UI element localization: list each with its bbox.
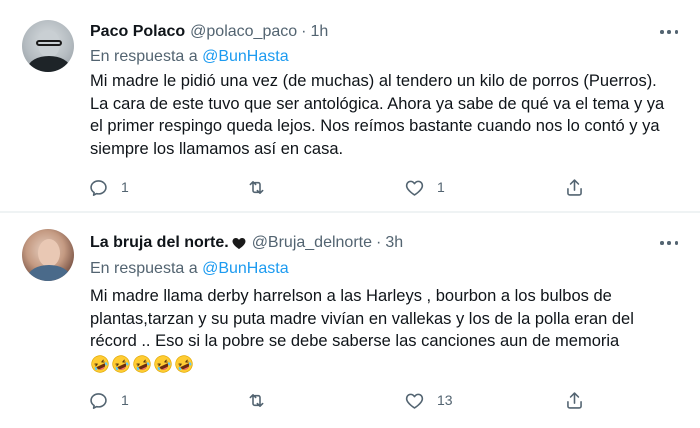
reply-count: 1 xyxy=(121,179,129,195)
more-options-icon[interactable] xyxy=(658,233,680,253)
tweet-text-block: Mi madre llama derby harrelson a las Har… xyxy=(90,285,670,374)
reply-button[interactable]: 1 xyxy=(88,176,129,198)
display-name[interactable]: Paco Polaco xyxy=(90,23,185,41)
tweet-text: Mi madre le pidió una vez (de muchas) al… xyxy=(90,72,665,158)
user-handle[interactable]: @Bruja_delnorte xyxy=(252,234,372,252)
rolling-on-floor-laughing-icon xyxy=(175,354,193,373)
mention-link[interactable]: @BunHasta xyxy=(202,260,289,277)
retweet-button[interactable] xyxy=(246,389,279,411)
share-icon xyxy=(567,391,582,409)
avatar[interactable] xyxy=(22,229,74,281)
user-handle[interactable]: @polaco_paco xyxy=(190,23,297,41)
heart-outline-icon xyxy=(405,393,424,409)
tweet-text: Mi madre llama derby harrelson a las Har… xyxy=(90,287,634,350)
tweet-1[interactable]: Paco Polaco @polaco_paco · 1h En respues… xyxy=(0,0,700,212)
retweet-icon xyxy=(249,180,264,194)
reply-count: 1 xyxy=(121,392,129,408)
reply-icon xyxy=(90,179,107,196)
black-heart-icon xyxy=(232,238,246,249)
share-button[interactable] xyxy=(564,389,585,411)
reply-prefix: En respuesta a xyxy=(90,260,198,277)
display-name[interactable]: La bruja del norte. xyxy=(90,234,229,252)
retweet-button[interactable] xyxy=(246,176,279,198)
reply-button[interactable]: 1 xyxy=(88,389,129,411)
timestamp[interactable]: 1h xyxy=(310,23,328,41)
timestamp[interactable]: 3h xyxy=(385,234,403,252)
action-bar: 1 1 xyxy=(88,176,598,198)
retweet-icon xyxy=(249,393,264,407)
reply-prefix: En respuesta a xyxy=(90,48,198,65)
rolling-on-floor-laughing-icon xyxy=(133,354,151,373)
like-count: 1 xyxy=(437,179,445,195)
action-bar: 1 13 xyxy=(88,389,598,411)
like-button[interactable]: 13 xyxy=(404,389,453,411)
reply-context: En respuesta a @BunHasta xyxy=(90,48,289,66)
tweet-header: La bruja del norte. @Bruja_delnorte · 3h xyxy=(90,233,403,253)
heart-outline-icon xyxy=(405,180,424,196)
reply-icon xyxy=(90,392,107,409)
rolling-on-floor-laughing-icon xyxy=(154,354,172,373)
like-button[interactable]: 1 xyxy=(404,176,445,198)
mention-link[interactable]: @BunHasta xyxy=(202,48,289,65)
tweet-header: Paco Polaco @polaco_paco · 1h xyxy=(90,22,328,42)
avatar[interactable] xyxy=(22,20,74,72)
tweet-2[interactable]: La bruja del norte. @Bruja_delnorte · 3h… xyxy=(0,213,700,428)
separator-dot: · xyxy=(376,234,382,251)
share-button[interactable] xyxy=(564,176,585,198)
rolling-on-floor-laughing-icon xyxy=(91,354,109,373)
emoji-row xyxy=(90,354,670,374)
like-count: 13 xyxy=(437,392,453,408)
separator-dot: · xyxy=(301,23,307,40)
more-options-icon[interactable] xyxy=(658,22,680,42)
share-icon xyxy=(567,178,582,196)
reply-context: En respuesta a @BunHasta xyxy=(90,260,289,278)
rolling-on-floor-laughing-icon xyxy=(112,354,130,373)
